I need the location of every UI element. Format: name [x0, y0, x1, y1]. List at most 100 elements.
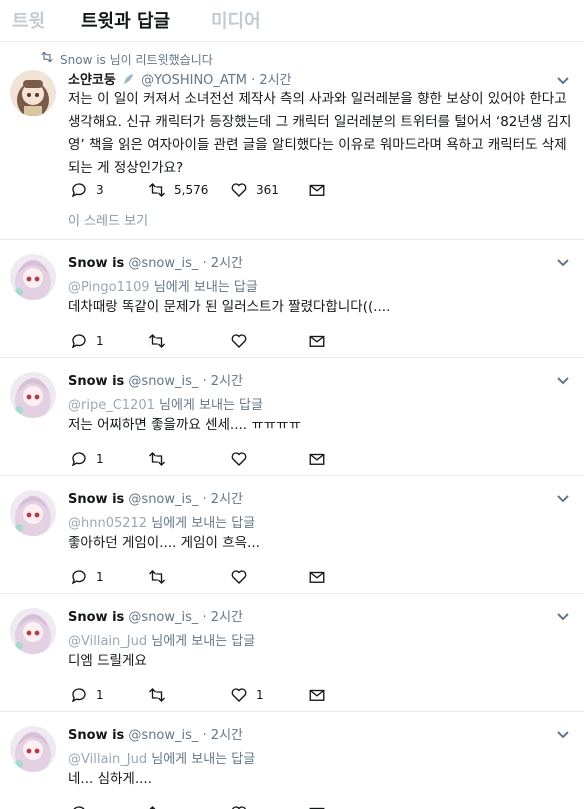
handle[interactable]: @snow_is_ [128, 610, 198, 625]
like-button[interactable] [230, 804, 256, 809]
envelope-icon [309, 689, 325, 701]
reply-button[interactable]: 1 [70, 686, 104, 706]
reply-button[interactable]: 1 [70, 332, 104, 352]
like-button[interactable]: 361 [230, 181, 279, 201]
reply-icon [71, 334, 86, 349]
retweet-icon [149, 183, 165, 197]
retweet-button[interactable] [148, 332, 174, 352]
retweet-button[interactable] [148, 568, 174, 588]
handle[interactable]: @snow_is_ [128, 374, 198, 389]
envelope-icon [309, 184, 325, 196]
timestamp[interactable]: · 2시간 [203, 374, 243, 389]
chevron-down-icon[interactable] [556, 612, 570, 622]
like-button[interactable] [230, 568, 256, 588]
envelope-icon [309, 453, 325, 465]
reply-to-handle[interactable]: @Villain_Jud [68, 634, 147, 649]
like-count: 361 [256, 183, 279, 197]
chevron-down-icon[interactable] [556, 376, 570, 386]
reply-icon [71, 183, 86, 198]
tweet-text: 네... 심하게.... [68, 771, 153, 787]
timestamp[interactable]: · 2시간 [203, 728, 243, 743]
handle[interactable]: @snow_is_ [128, 492, 198, 507]
reply-tweet[interactable]: Snow is @snow_is_ · 2시간 @Pingo1109 님에게 보… [0, 240, 584, 358]
reply-to-label: 님에게 보내는 답글 [151, 634, 256, 649]
heart-icon [231, 688, 247, 702]
reply-button[interactable] [70, 804, 96, 809]
reply-to-handle[interactable]: @hnn05212 [68, 516, 147, 531]
tab-tweets[interactable]: 트윗 [12, 7, 45, 33]
retweet-button[interactable] [148, 450, 174, 470]
reply-to-handle[interactable]: @Villain_Jud [68, 752, 147, 767]
heart-icon [232, 806, 246, 809]
retweet-icon [149, 334, 165, 348]
replying-to: @ripe_C1201 님에게 보내는 답글 [68, 394, 263, 413]
tweet-header: Snow is @snow_is_ · 2시간 [68, 370, 243, 389]
dm-button[interactable] [308, 686, 326, 706]
tweet-header: Snow is @snow_is_ · 2시간 [68, 252, 243, 271]
tab-tweets-and-replies[interactable]: 트윗과 답글 [81, 7, 170, 33]
dm-button[interactable] [308, 450, 326, 470]
reply-button[interactable]: 1 [70, 568, 104, 588]
retweeted-tweet[interactable]: Snow is 님이 리트윗했습니다 소얀코둥 @YOSHINO_ATM · 2… [0, 42, 584, 240]
chevron-down-icon[interactable] [556, 258, 570, 268]
like-button[interactable]: 1 [230, 686, 264, 706]
avatar[interactable] [10, 608, 56, 654]
retweet-button[interactable] [148, 804, 174, 809]
reply-tweet[interactable]: Snow is @snow_is_ · 2시간 @ripe_C1201 님에게 … [0, 358, 584, 476]
tweet-header: Snow is @snow_is_ · 2시간 [68, 606, 243, 625]
chevron-down-icon[interactable] [556, 76, 570, 86]
heart-icon [231, 334, 247, 348]
avatar[interactable] [10, 490, 56, 536]
avatar[interactable] [10, 372, 56, 418]
retweet-icon [149, 806, 156, 809]
retweet-button[interactable] [148, 686, 174, 706]
dm-button[interactable] [308, 804, 326, 809]
like-button[interactable] [230, 332, 256, 352]
retweet-count: 5,576 [174, 183, 209, 197]
reply-button[interactable]: 1 [70, 450, 104, 470]
tweet-header: Snow is @snow_is_ · 2시간 [68, 724, 243, 743]
retweet-button[interactable]: 5,576 [148, 181, 208, 201]
replying-to: @Pingo1109 님에게 보내는 답글 [68, 276, 258, 295]
timestamp[interactable]: · 2시간 [203, 492, 243, 507]
heart-icon [231, 570, 247, 584]
avatar[interactable] [10, 726, 56, 772]
display-name[interactable]: Snow is [68, 610, 124, 625]
reply-tweet[interactable]: Snow is @snow_is_ · 2시간 @Villain_Jud 님에게… [0, 712, 584, 809]
handle[interactable]: @YOSHINO_ATM [141, 73, 247, 88]
retweet-icon [149, 452, 165, 466]
retweet-notice-text: Snow is 님이 리트윗했습니다 [60, 53, 213, 67]
reply-to-handle[interactable]: @ripe_C1201 [68, 398, 155, 413]
reply-to-handle[interactable]: @Pingo1109 [68, 280, 150, 295]
handle[interactable]: @snow_is_ [128, 256, 198, 271]
reply-icon [71, 570, 86, 585]
timestamp[interactable]: · 2시간 [251, 73, 291, 88]
tweet-actions: 1 [68, 568, 368, 588]
timestamp[interactable]: · 2시간 [203, 610, 243, 625]
avatar[interactable] [10, 254, 56, 300]
dm-button[interactable] [308, 181, 326, 201]
reply-count: 1 [96, 334, 104, 348]
handle[interactable]: @snow_is_ [128, 728, 198, 743]
reply-to-label: 님에게 보내는 답글 [151, 752, 256, 767]
chevron-down-icon[interactable] [556, 730, 570, 740]
reply-to-label: 님에게 보내는 답글 [151, 516, 256, 531]
show-thread-link[interactable]: 이 스레드 보기 [68, 210, 148, 229]
like-count: 1 [256, 688, 264, 702]
reply-tweet[interactable]: Snow is @snow_is_ · 2시간 @hnn05212 님에게 보내… [0, 476, 584, 594]
display-name[interactable]: 소얀코둥 [68, 73, 116, 88]
tab-media[interactable]: 미디어 [211, 7, 261, 33]
reply-tweet[interactable]: Snow is @snow_is_ · 2시간 @Villain_Jud 님에게… [0, 594, 584, 712]
avatar[interactable] [10, 70, 56, 116]
chevron-down-icon[interactable] [556, 494, 570, 504]
display-name[interactable]: Snow is [68, 374, 124, 389]
display-name[interactable]: Snow is [68, 256, 124, 271]
like-button[interactable] [230, 450, 256, 470]
envelope-icon [309, 571, 325, 583]
timestamp[interactable]: · 2시간 [203, 256, 243, 271]
display-name[interactable]: Snow is [68, 492, 124, 507]
dm-button[interactable] [308, 568, 326, 588]
dm-button[interactable] [308, 332, 326, 352]
display-name[interactable]: Snow is [68, 728, 124, 743]
reply-button[interactable]: 3 [70, 181, 104, 201]
